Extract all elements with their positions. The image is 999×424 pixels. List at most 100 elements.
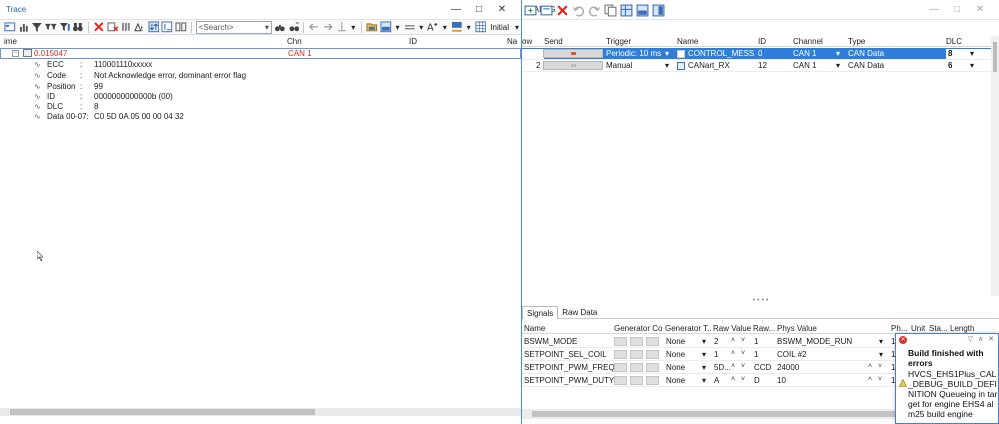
clear-filter-icon[interactable]	[107, 21, 119, 34]
column-channel[interactable]: Channel	[793, 37, 823, 46]
settings-view-icon[interactable]	[652, 4, 665, 17]
notification-menu-icon[interactable]: ▽	[968, 335, 973, 343]
column-ph[interactable]: Ph...	[891, 324, 907, 333]
phys-value[interactable]: COIL #2	[777, 350, 807, 359]
column-time[interactable]: ime	[4, 37, 17, 46]
column-unit[interactable]: Unit	[911, 324, 925, 333]
signal-name[interactable]: SETPOINT_PWM_DUTY	[524, 376, 614, 385]
line-style-dropdown-icon[interactable]: ▾	[417, 23, 425, 32]
trace-horizontal-scrollbar[interactable]	[0, 408, 521, 416]
column-id[interactable]: ID	[409, 37, 417, 46]
search-input[interactable]: <Search> ▾	[195, 20, 272, 34]
trace-row-selected[interactable]: − 0.015047 CAN 1	[0, 48, 521, 59]
raw-value[interactable]: A	[714, 376, 719, 385]
tab-raw-data[interactable]: Raw Data	[558, 306, 601, 319]
generator-edit-button[interactable]	[646, 350, 659, 359]
sort-icon[interactable]	[148, 21, 160, 34]
delta-time-icon[interactable]: t	[134, 21, 146, 34]
type-cell[interactable]: CAN Data	[848, 61, 884, 70]
close-icon[interactable]: ✕	[497, 4, 507, 15]
delete-message-icon[interactable]	[556, 4, 569, 17]
generator-stop-button[interactable]	[630, 350, 643, 359]
detail-row[interactable]: ∿ Data 00-07: C0 5D 0A 05 00 00 04 32	[34, 112, 514, 122]
column-row[interactable]: ow	[522, 37, 532, 46]
trigger-cell[interactable]: Manual	[606, 61, 632, 70]
column-chn[interactable]: Chn	[287, 37, 302, 46]
split-icon[interactable]	[175, 21, 187, 34]
generator-stop-button[interactable]	[630, 363, 643, 372]
id-cell[interactable]: 12	[758, 61, 767, 70]
column-send[interactable]: Send	[544, 37, 563, 46]
detail-row[interactable]: ∿ Code : Not Acknowledge error, dominant…	[34, 71, 514, 81]
font-size-dropdown-icon[interactable]: ▾	[441, 23, 449, 32]
column-length[interactable]: Length	[950, 324, 974, 333]
generator-type-dropdown-icon[interactable]: ▾	[702, 363, 706, 372]
maximize-icon[interactable]: □	[474, 4, 484, 15]
phys-value[interactable]: 24000	[777, 363, 799, 372]
trigger-dropdown-icon[interactable]: ▾	[665, 49, 669, 58]
generator-edit-button[interactable]	[646, 376, 659, 385]
channel-cell[interactable]: CAN 1	[793, 61, 817, 70]
chevron-down-icon[interactable]: ▾	[265, 23, 269, 32]
generator-type[interactable]: None	[666, 363, 685, 372]
name-cell[interactable]: CONTROL_MESSA...	[688, 49, 754, 58]
raw-up-icon[interactable]: ˄	[731, 350, 735, 357]
raw-down-icon[interactable]: ˅	[741, 376, 745, 383]
marker-dropdown-icon[interactable]: ▾	[349, 23, 357, 32]
open-folder-icon[interactable]	[366, 21, 378, 34]
type-cell[interactable]: CAN Data	[848, 49, 884, 58]
send-button[interactable]	[543, 61, 603, 70]
phys-down-icon[interactable]: ˅	[878, 376, 882, 383]
column-name[interactable]: Name	[677, 37, 698, 46]
close-icon[interactable]: ✕	[975, 4, 985, 15]
marker-icon[interactable]	[336, 21, 348, 34]
raw-up-icon[interactable]: ˄	[731, 337, 735, 344]
minimize-icon[interactable]: —	[929, 4, 939, 15]
delete-icon[interactable]	[93, 21, 105, 34]
column-name[interactable]: Na	[507, 37, 517, 46]
generator-edit-button[interactable]	[646, 363, 659, 372]
signal-name[interactable]: SETPOINT_SEL_COIL	[524, 350, 607, 359]
trigger-cell[interactable]: Periodic: 10 ms	[606, 49, 661, 58]
raw-value-2[interactable]: D	[754, 376, 760, 385]
scrollbar-thumb[interactable]	[993, 42, 997, 72]
phys-dropdown-icon[interactable]: ▾	[879, 337, 883, 346]
channel-dropdown-icon[interactable]: ▾	[836, 49, 840, 58]
generator-edit-button[interactable]	[646, 337, 659, 346]
signal-name[interactable]: SETPOINT_PWM_FREQ	[524, 363, 615, 372]
raw-down-icon[interactable]: ˅	[741, 337, 745, 344]
column-signal-name[interactable]: Name	[524, 324, 545, 333]
generator-type-dropdown-icon[interactable]: ▾	[702, 350, 706, 359]
minimize-icon[interactable]: —	[451, 4, 461, 15]
phys-value[interactable]: BSWM_MODE_RUN	[777, 337, 852, 346]
generator-play-button[interactable]	[614, 337, 627, 346]
column-raw-2[interactable]: Raw...	[753, 324, 775, 333]
generator-stop-button[interactable]	[630, 376, 643, 385]
phys-dropdown-icon[interactable]: ▾	[879, 350, 883, 359]
phys-up-icon[interactable]: ˄	[868, 376, 872, 383]
phys-down-icon[interactable]: ˅	[878, 363, 882, 370]
filter-multiple-icon[interactable]	[45, 21, 57, 34]
raw-down-icon[interactable]: ˅	[741, 350, 745, 357]
dlc-cell[interactable]: 6	[948, 61, 952, 70]
generator-play-button[interactable]	[614, 376, 627, 385]
name-cell[interactable]: CANart_RX	[688, 61, 730, 70]
binoculars-icon[interactable]	[72, 21, 84, 34]
column-trigger[interactable]: Trigger	[606, 37, 631, 46]
initial-dropdown-icon[interactable]: ▾	[513, 23, 521, 32]
raw-value[interactable]: 2	[714, 337, 718, 346]
channel-cell[interactable]: CAN 1	[793, 49, 817, 58]
message-table-scrollbar[interactable]	[991, 36, 999, 296]
table-row[interactable]: 2 Manual ▾ CANart_RX 12 CAN 1 ▾ CAN Data…	[522, 60, 999, 72]
trigger-dropdown-icon[interactable]: ▾	[665, 61, 669, 70]
detail-view-icon[interactable]	[4, 21, 16, 34]
generator-play-button[interactable]	[614, 363, 627, 372]
tab-signals[interactable]: Signals	[522, 306, 559, 319]
generator-type-dropdown-icon[interactable]: ▾	[702, 337, 706, 346]
scrollbar-thumb[interactable]	[10, 409, 315, 415]
raw-value[interactable]: 5D...	[714, 363, 731, 372]
layout-icon[interactable]	[380, 21, 392, 34]
arrow-right-icon[interactable]	[322, 21, 334, 34]
column-raw-value[interactable]: Raw Value	[713, 324, 751, 333]
raw-up-icon[interactable]: ˄	[731, 363, 735, 370]
